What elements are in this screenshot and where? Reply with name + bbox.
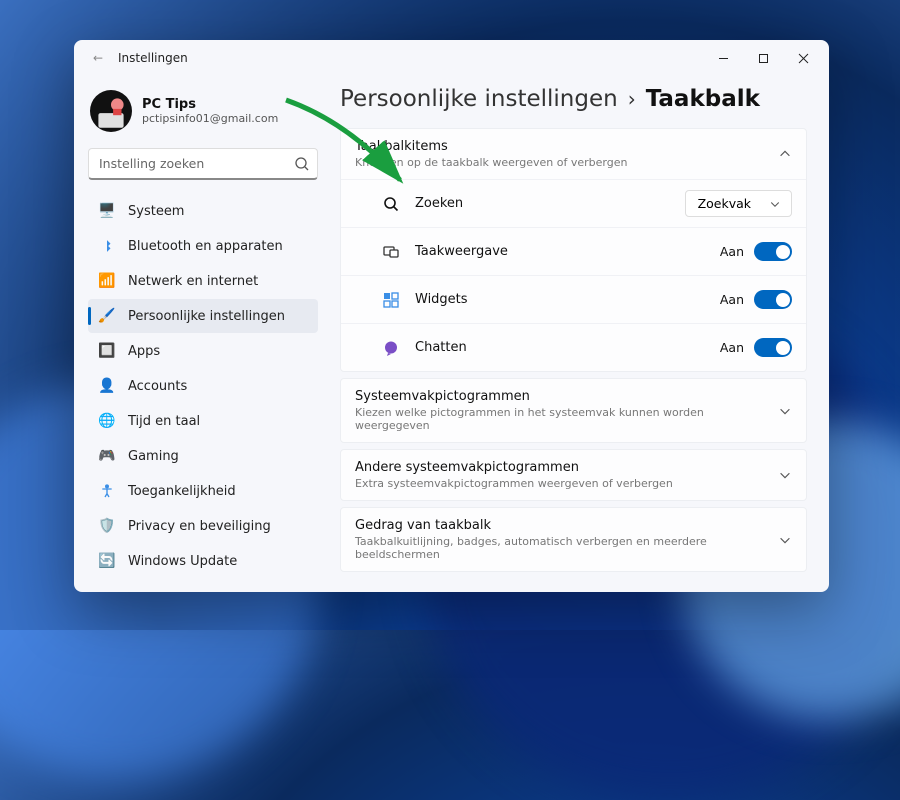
back-button[interactable]: ← bbox=[88, 51, 108, 65]
maximize-button[interactable] bbox=[743, 43, 783, 73]
person-icon: 👤 bbox=[98, 377, 116, 395]
nav-accessibility[interactable]: Toegankelijkheid bbox=[88, 474, 318, 508]
minimize-button[interactable] bbox=[703, 43, 743, 73]
window-title: Instellingen bbox=[118, 51, 188, 65]
section-taskbar-behavior: Gedrag van taakbalk Taakbalkuitlijning, … bbox=[340, 507, 807, 572]
taskview-icon bbox=[381, 242, 401, 262]
main-content: Persoonlijke instellingen › Taakbalk Taa… bbox=[328, 76, 829, 592]
section-tray-icons: Systeemvakpictogrammen Kiezen welke pict… bbox=[340, 378, 807, 443]
breadcrumb-sep: › bbox=[628, 87, 636, 111]
chevron-down-icon bbox=[769, 198, 781, 210]
chevron-down-icon bbox=[778, 533, 792, 547]
shield-icon: 🛡️ bbox=[98, 517, 116, 535]
row-taskview: Taakweergave Aan bbox=[341, 227, 806, 275]
nav-network[interactable]: 📶Netwerk en internet bbox=[88, 264, 318, 298]
chat-icon bbox=[381, 338, 401, 358]
breadcrumb-parent[interactable]: Persoonlijke instellingen bbox=[340, 86, 618, 112]
search-icon bbox=[381, 194, 401, 214]
accessibility-icon bbox=[98, 482, 116, 500]
search-mode-dropdown[interactable]: Zoekvak bbox=[685, 190, 792, 217]
profile-block[interactable]: PC Tips pctipsinfo01@gmail.com bbox=[88, 84, 318, 146]
paintbrush-icon: 🖌️ bbox=[98, 307, 116, 325]
nav-gaming[interactable]: 🎮Gaming bbox=[88, 439, 318, 473]
profile-email: pctipsinfo01@gmail.com bbox=[142, 112, 278, 125]
apps-icon: 🔲 bbox=[98, 342, 116, 360]
settings-window: ← Instellingen PC Tips pctipsinfo01@gmai… bbox=[74, 40, 829, 592]
nav-apps[interactable]: 🔲Apps bbox=[88, 334, 318, 368]
chevron-down-icon bbox=[778, 404, 792, 418]
sidebar: PC Tips pctipsinfo01@gmail.com 🖥️Systeem… bbox=[74, 76, 328, 592]
row-search: Zoeken Zoekvak bbox=[341, 179, 806, 227]
section-taskbar-items-header[interactable]: Taakbalkitems Knoppen op de taakbalk wee… bbox=[341, 129, 806, 179]
breadcrumb-current: Taakbalk bbox=[646, 86, 760, 112]
chevron-up-icon bbox=[778, 147, 792, 161]
monitor-icon: 🖥️ bbox=[98, 202, 116, 220]
wifi-icon: 📶 bbox=[98, 272, 116, 290]
nav-privacy[interactable]: 🛡️Privacy en beveiliging bbox=[88, 509, 318, 543]
widgets-toggle[interactable] bbox=[754, 290, 792, 309]
taskview-toggle[interactable] bbox=[754, 242, 792, 261]
globe-icon: 🌐 bbox=[98, 412, 116, 430]
nav-system[interactable]: 🖥️Systeem bbox=[88, 194, 318, 228]
nav-personalization[interactable]: 🖌️Persoonlijke instellingen bbox=[88, 299, 318, 333]
avatar bbox=[90, 90, 132, 132]
nav-windows-update[interactable]: 🔄Windows Update bbox=[88, 544, 318, 578]
section-taskbar-items: Taakbalkitems Knoppen op de taakbalk wee… bbox=[340, 128, 807, 372]
breadcrumb: Persoonlijke instellingen › Taakbalk bbox=[340, 86, 807, 112]
row-chat: Chatten Aan bbox=[341, 323, 806, 371]
profile-name: PC Tips bbox=[142, 97, 278, 112]
nav-bluetooth[interactable]: Bluetooth en apparaten bbox=[88, 229, 318, 263]
search-input[interactable] bbox=[88, 148, 318, 180]
chat-toggle[interactable] bbox=[754, 338, 792, 357]
nav-accounts[interactable]: 👤Accounts bbox=[88, 369, 318, 403]
nav-time-language[interactable]: 🌐Tijd en taal bbox=[88, 404, 318, 438]
section-tray-icons-header[interactable]: Systeemvakpictogrammen Kiezen welke pict… bbox=[341, 379, 806, 442]
update-icon: 🔄 bbox=[98, 552, 116, 570]
search-icon bbox=[294, 156, 310, 172]
nav-list: 🖥️Systeem Bluetooth en apparaten 📶Netwer… bbox=[88, 194, 318, 578]
section-taskbar-behavior-header[interactable]: Gedrag van taakbalk Taakbalkuitlijning, … bbox=[341, 508, 806, 571]
bluetooth-icon bbox=[98, 237, 116, 255]
titlebar: ← Instellingen bbox=[74, 40, 829, 76]
chevron-down-icon bbox=[778, 468, 792, 482]
section-other-tray-icons: Andere systeemvakpictogrammen Extra syst… bbox=[340, 449, 807, 501]
gamepad-icon: 🎮 bbox=[98, 447, 116, 465]
section-other-tray-icons-header[interactable]: Andere systeemvakpictogrammen Extra syst… bbox=[341, 450, 806, 500]
row-widgets: Widgets Aan bbox=[341, 275, 806, 323]
widgets-icon bbox=[381, 290, 401, 310]
close-button[interactable] bbox=[783, 43, 823, 73]
